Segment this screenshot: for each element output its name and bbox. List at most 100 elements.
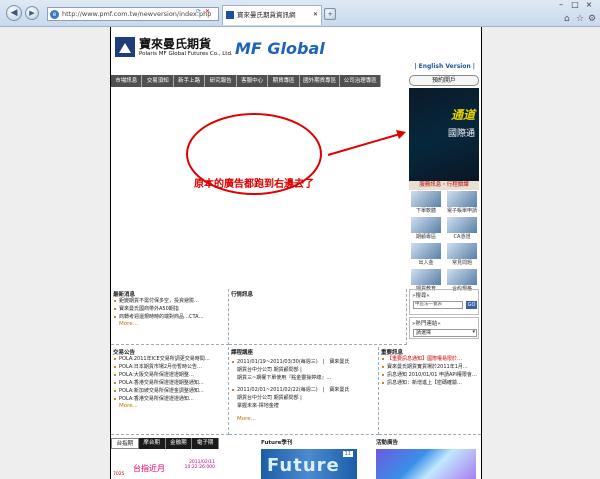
- annotation-arrow-icon: [327, 130, 406, 156]
- menu-item-research[interactable]: 研究報告: [205, 75, 237, 87]
- list-item[interactable]: 鉅變期貨不需付保多空，投資避險…: [111, 297, 228, 305]
- back-button[interactable]: ◀: [6, 5, 22, 21]
- ad-text-2: 國際通: [447, 129, 475, 139]
- hot-links-label: »熱門連結«: [412, 321, 441, 327]
- panel-title: 重要訊息: [381, 350, 404, 356]
- search-input[interactable]: 中區法一覽表: [413, 301, 463, 309]
- services-grid: 下單軟體 電子帳單申請 期顧專區 CA憑證 出入金 常見問題 期貨教育 合約規格: [409, 191, 479, 292]
- mf-global-logo: MF Global: [235, 39, 325, 58]
- panel-title: 最新消息: [113, 292, 136, 298]
- list-item[interactable]: 寶來曼氏期貨實貨場於2011年1月…: [379, 363, 481, 371]
- list-item[interactable]: POLA:大阪交易所保證證證期整…: [111, 371, 228, 379]
- tab-close-icon[interactable]: ✕: [313, 6, 318, 24]
- more-link[interactable]: More...: [111, 321, 228, 327]
- activity-ad-image[interactable]: [376, 449, 476, 479]
- panel-title: 課程講座: [231, 350, 254, 356]
- english-version-link[interactable]: | English Version |: [414, 63, 475, 70]
- tab-msci[interactable]: 摩台期: [138, 438, 166, 449]
- browser-chrome: ◀ ▶ e http://www.pmf.com.tw/newversion/i…: [0, 0, 600, 27]
- minimize-button[interactable]: –: [554, 0, 568, 9]
- list-item[interactable]: 訊息通知：新增進上【密碼確驗…: [379, 379, 481, 387]
- list-item[interactable]: 商轉考週還規時時的端對商品…CTA…: [111, 313, 228, 321]
- new-tab-button[interactable]: +: [324, 8, 336, 20]
- menu-item-trading[interactable]: 交易須知: [142, 75, 174, 87]
- window-controls: – □ ×: [554, 0, 596, 9]
- service-item[interactable]: 期顧專區: [409, 217, 443, 240]
- list-item[interactable]: POLA:香港交易所保證證證通知…: [111, 395, 228, 403]
- latest-news-panel: 最新消息 鉅變期貨不需付保多空，投資避險… 寶來曼氏國商帶外A50期指 商轉考週…: [111, 289, 229, 345]
- more-link[interactable]: More...: [111, 403, 228, 409]
- future-magazine-image[interactable]: Future 11: [261, 449, 357, 479]
- website-frame: 寶來曼氏期貨 Polaris MF Global Futures Co., Lt…: [110, 27, 482, 479]
- list-item[interactable]: 訊息通知 2010/01/01 申請API權限會…: [379, 371, 481, 379]
- ca-certificate-icon: [447, 217, 477, 233]
- main-menu: 市場訊息 交易須知 新手上路 研究報告 客服中心 期貨專區 國外期貨專區 公司治…: [111, 75, 382, 87]
- menu-item-beginner[interactable]: 新手上路: [174, 75, 206, 87]
- ticker-label: 7025: [113, 472, 125, 477]
- panel-title: 交易公告: [113, 350, 136, 356]
- list-item[interactable]: 寶來曼氏國商帶外A50期指: [111, 305, 228, 313]
- ad-banner[interactable]: 通道 國際通: [409, 88, 479, 188]
- menu-item-futures[interactable]: 期貨專區: [268, 75, 300, 87]
- search-box: »搜尋« 中區法一覽表 GO: [409, 289, 479, 315]
- tab-electronic[interactable]: 電子期: [192, 438, 219, 449]
- ticker-pane: 台指近月 2011/02/11 10:22:26:000 7025: [111, 450, 219, 479]
- annotation-text: 原本的廣告都跑到右邊去了: [194, 179, 314, 190]
- service-item[interactable]: 出入金: [409, 243, 443, 266]
- future-issue-number: 11: [342, 451, 353, 457]
- service-item[interactable]: 電子帳單申請: [445, 191, 479, 214]
- activity-ad-title: 活動廣告: [376, 440, 399, 446]
- page-viewport: 寶來曼氏期貨 Polaris MF Global Futures Co., Lt…: [0, 27, 600, 479]
- services-header: 服務訊息・行程關課: [409, 181, 479, 190]
- ticker-datetime: 2011/02/11 10:22:26:000: [184, 460, 215, 470]
- search-label: »搜尋«: [412, 293, 430, 299]
- browser-tab[interactable]: 寶來曼氏期貨資訊網 ✕: [222, 5, 322, 25]
- menu-item-market[interactable]: 市場訊息: [111, 75, 143, 87]
- course-panel: 課程講座 2011/01/19~2011/03/30(每週三) | 寶來曼氏 期…: [229, 347, 379, 435]
- forward-button[interactable]: ▶: [25, 6, 39, 20]
- compat-view-icon[interactable]: ⟳: [196, 8, 201, 15]
- trading-notice-panel: 交易公告 POLA:2011年ICE交易所調更交易時間… POLA:日本期貨市場…: [111, 347, 229, 435]
- tab-taiex[interactable]: 台指期: [111, 438, 139, 449]
- address-bar[interactable]: e http://www.pmf.com.tw/newversion/index…: [47, 7, 219, 21]
- e-statement-icon: [447, 191, 477, 207]
- more-link[interactable]: More...: [229, 416, 378, 422]
- hot-links: »熱門連結« 請選擇: [409, 317, 479, 339]
- ticker-title: 台指近月: [133, 464, 165, 473]
- menu-item-governance[interactable]: 公司治理專區: [340, 75, 382, 87]
- deposit-icon: [411, 243, 441, 259]
- tab-favicon-icon: [226, 11, 234, 19]
- open-account-button[interactable]: 預約開戶: [409, 75, 479, 86]
- hot-links-select[interactable]: 請選擇: [413, 329, 477, 337]
- service-item[interactable]: 下單軟體: [409, 191, 443, 214]
- ad-text-1: 通道: [450, 108, 475, 122]
- search-go-button[interactable]: GO: [466, 301, 477, 309]
- major-notice-panel: 重要訊息 【重要訊息通知】國際權易限於… 寶來曼氏期貨實貨場於2011年1月… …: [379, 347, 481, 435]
- menu-item-service[interactable]: 客服中心: [237, 75, 269, 87]
- logo-chinese-name: 寶來曼氏期貨: [139, 37, 212, 51]
- service-item[interactable]: CA憑證: [445, 217, 479, 240]
- list-item[interactable]: POLA:2011年ICE交易所調更交易時間…: [111, 355, 228, 363]
- tools-gear-icon[interactable]: ⚙: [588, 14, 596, 24]
- list-item[interactable]: POLA:新加坡交易所保證金調整通知…: [111, 387, 228, 395]
- home-icon[interactable]: ⌂: [564, 14, 570, 24]
- stop-icon[interactable]: ✕: [205, 8, 210, 15]
- panel-title: 行情訊息: [231, 292, 254, 298]
- course-entry[interactable]: 2011/01/19~2011/03/30(每週三) | 寶來曼氏 期貨台中分公…: [229, 358, 378, 382]
- course-entry[interactable]: 2011/02/01~2011/02/22(每週二) | 寶來曼氏 期貨台中分公…: [229, 386, 378, 410]
- logo-english-name: Polaris MF Global Futures Co., Ltd.: [139, 51, 233, 57]
- education-icon: [411, 269, 441, 285]
- polaris-logo-icon: [115, 37, 135, 57]
- list-item[interactable]: POLA:香港交易所保證證證期整通知…: [111, 379, 228, 387]
- future-logo-text: Future: [267, 455, 340, 476]
- tab-finance[interactable]: 金融期: [165, 438, 193, 449]
- tab-title: 寶來曼氏期貨資訊網: [237, 11, 296, 19]
- maximize-button[interactable]: □: [568, 0, 582, 9]
- close-window-button[interactable]: ×: [582, 0, 596, 9]
- menu-item-foreign[interactable]: 國外期貨專區: [300, 75, 341, 87]
- favorites-star-icon[interactable]: ☆: [576, 14, 584, 24]
- list-item[interactable]: 【重要訊息通知】國際權易限於…: [379, 355, 481, 363]
- list-item[interactable]: POLA:日本期貨市場2月份暫時公告…: [111, 363, 228, 371]
- faq-icon: [447, 243, 477, 259]
- service-item[interactable]: 常見問題: [445, 243, 479, 266]
